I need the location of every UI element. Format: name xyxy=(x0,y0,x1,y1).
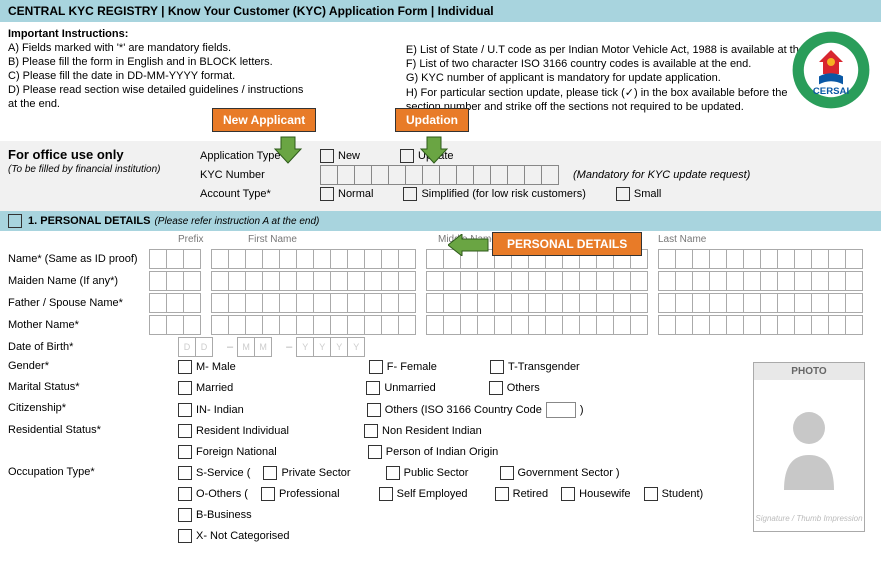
iso-code-input[interactable] xyxy=(546,402,576,418)
checkbox-student[interactable] xyxy=(644,487,658,501)
small-label: Small xyxy=(634,188,662,200)
signature-label: Signature / Thumb Impression xyxy=(754,510,864,531)
instruction-c: C) Please fill the date in DD-MM-YYYY fo… xyxy=(8,70,406,82)
office-use-sub: (To be filled by financial institution) xyxy=(8,164,188,175)
page-title: CENTRAL KYC REGISTRY | Know Your Custome… xyxy=(0,0,881,22)
svg-text:CERSAI: CERSAI xyxy=(813,86,850,97)
checkbox-small[interactable] xyxy=(616,187,630,201)
checkbox-update[interactable] xyxy=(400,149,414,163)
kyc-number-label: KYC Number xyxy=(200,169,320,181)
dob-label: Date of Birth* xyxy=(8,341,178,353)
mother-label: Mother Name* xyxy=(8,319,149,331)
checkbox-others-marital[interactable] xyxy=(489,381,503,395)
normal-label: Normal xyxy=(338,188,373,200)
section-1-header: 1. PERSONAL DETAILS (Please refer instru… xyxy=(0,211,881,231)
father-label: Father / Spouse Name* xyxy=(8,297,149,309)
checkbox-private[interactable] xyxy=(263,466,277,480)
instruction-a: A) Fields marked with '*' are mandatory … xyxy=(8,42,406,54)
account-type-label: Account Type* xyxy=(200,188,320,200)
residential-label: Residential Status* xyxy=(8,424,178,441)
col-prefix: Prefix xyxy=(178,234,248,245)
section-1-title: 1. PERSONAL DETAILS xyxy=(28,215,150,227)
section-1-sub: (Please refer instruction A at the end) xyxy=(154,216,319,227)
instruction-b: B) Please fill the form in English and i… xyxy=(8,56,406,68)
checkbox-retired[interactable] xyxy=(495,487,509,501)
maiden-input[interactable] xyxy=(149,271,873,291)
citizenship-label: Citizenship* xyxy=(8,402,178,420)
checkbox-resident[interactable] xyxy=(178,424,192,438)
maiden-label: Maiden Name (If any*) xyxy=(8,275,149,287)
instructions-heading: Important Instructions: xyxy=(8,28,406,40)
mother-input[interactable] xyxy=(149,315,873,335)
checkbox-indian[interactable] xyxy=(178,403,192,417)
checkbox-public[interactable] xyxy=(386,466,400,480)
photo-box: PHOTO Signature / Thumb Impression xyxy=(753,362,865,532)
checkbox-new[interactable] xyxy=(320,149,334,163)
checkbox-service[interactable] xyxy=(178,466,192,480)
checkbox-simplified[interactable] xyxy=(403,187,417,201)
checkbox-normal[interactable] xyxy=(320,187,334,201)
arrow-left-icon xyxy=(448,234,490,256)
name-label: Name* (Same as ID proof) xyxy=(8,253,149,265)
checkbox-business[interactable] xyxy=(178,508,192,522)
checkbox-married[interactable] xyxy=(178,381,192,395)
father-input[interactable] xyxy=(149,293,873,313)
callout-personal-details: PERSONAL DETAILS xyxy=(492,232,642,256)
checkbox-housewife[interactable] xyxy=(561,487,575,501)
checkbox-unmarried[interactable] xyxy=(366,381,380,395)
checkbox-govt[interactable] xyxy=(500,466,514,480)
instruction-d1: D) Please read section wise detailed gui… xyxy=(8,84,406,96)
checkbox-female[interactable] xyxy=(369,360,383,374)
checkbox-foreign[interactable] xyxy=(178,445,192,459)
col-last: Last Name xyxy=(658,234,706,245)
callout-updation: Updation xyxy=(395,108,469,132)
cersai-logo: CERSAI xyxy=(791,30,871,110)
section-1-checkbox[interactable] xyxy=(8,214,22,228)
checkbox-nri[interactable] xyxy=(364,424,378,438)
marital-label: Marital Status* xyxy=(8,381,178,398)
instruction-d2: at the end. xyxy=(8,98,406,110)
checkbox-others-citizen[interactable] xyxy=(367,403,381,417)
simplified-label: Simplified (for low risk customers) xyxy=(421,188,585,200)
dob-input[interactable]: DD– MM– YYYY xyxy=(178,337,873,357)
occupation-label: Occupation Type* xyxy=(8,466,178,483)
kyc-number-input[interactable] xyxy=(320,165,559,185)
checkbox-self[interactable] xyxy=(379,487,393,501)
checkbox-pio[interactable] xyxy=(368,445,382,459)
callout-new-applicant: New Applicant xyxy=(212,108,316,132)
checkbox-male[interactable] xyxy=(178,360,192,374)
photo-title: PHOTO xyxy=(754,363,864,380)
avatar-placeholder xyxy=(754,380,864,510)
kyc-mandatory-note: (Mandatory for KYC update request) xyxy=(573,169,750,181)
gender-label: Gender* xyxy=(8,360,178,377)
arrow-down-icon xyxy=(419,135,449,165)
office-use-title: For office use only xyxy=(8,147,188,162)
checkbox-professional[interactable] xyxy=(261,487,275,501)
checkbox-others-occ[interactable] xyxy=(178,487,192,501)
new-label: New xyxy=(338,150,360,162)
arrow-down-icon xyxy=(273,135,303,165)
checkbox-notcat[interactable] xyxy=(178,529,192,543)
checkbox-transgender[interactable] xyxy=(490,360,504,374)
col-first: First Name xyxy=(248,234,438,245)
